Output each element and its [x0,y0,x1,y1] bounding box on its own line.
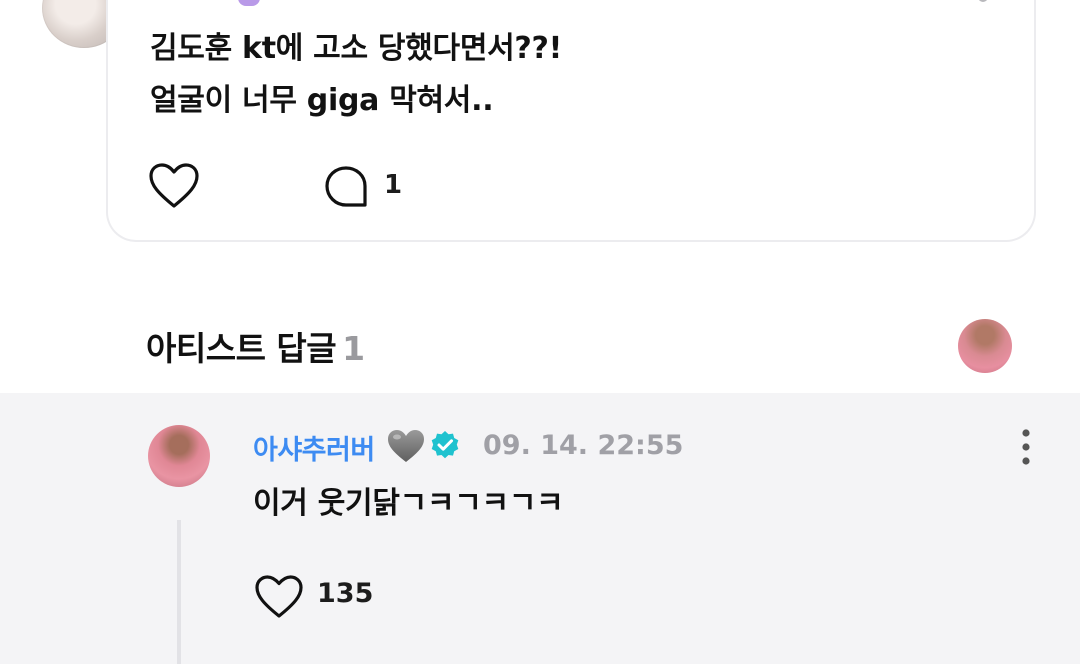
post-comment-count: 1 [384,170,403,200]
heart-outline-icon[interactable] [254,574,304,620]
reply-like-count: 135 [317,578,374,609]
reply-timestamp: 09. 14. 22:55 [483,430,684,461]
reply-author-name[interactable]: 아샤추러버 [253,428,375,467]
comment-bubble-icon[interactable] [324,165,368,209]
artist-avatar[interactable] [958,319,1012,373]
artist-replies-count: 1 [342,329,365,368]
post-body-line: 김도훈 kt에 고소 당했다면서??! [150,31,563,66]
grey-heart-emoji-icon [388,430,424,462]
more-vertical-icon[interactable] [1018,428,1034,466]
artist-replies-label: 아티스트 답글 [146,329,337,368]
thread-line [177,520,181,664]
reply-body: 이거 웃기닭ㄱㅋㄱㅋㄱㅋ [253,486,564,521]
heart-outline-icon[interactable] [148,162,200,210]
reply-author-avatar[interactable] [148,425,210,487]
post-body: 김도훈 kt에 고소 당했다면서??! 얼굴이 너무 giga 막혀서.. [150,23,1010,127]
post-body-line: 얼굴이 너무 giga 막혀서.. [150,83,494,118]
artist-replies-title: 아티스트 답글 1 [146,322,365,370]
verified-badge-icon [431,431,459,459]
